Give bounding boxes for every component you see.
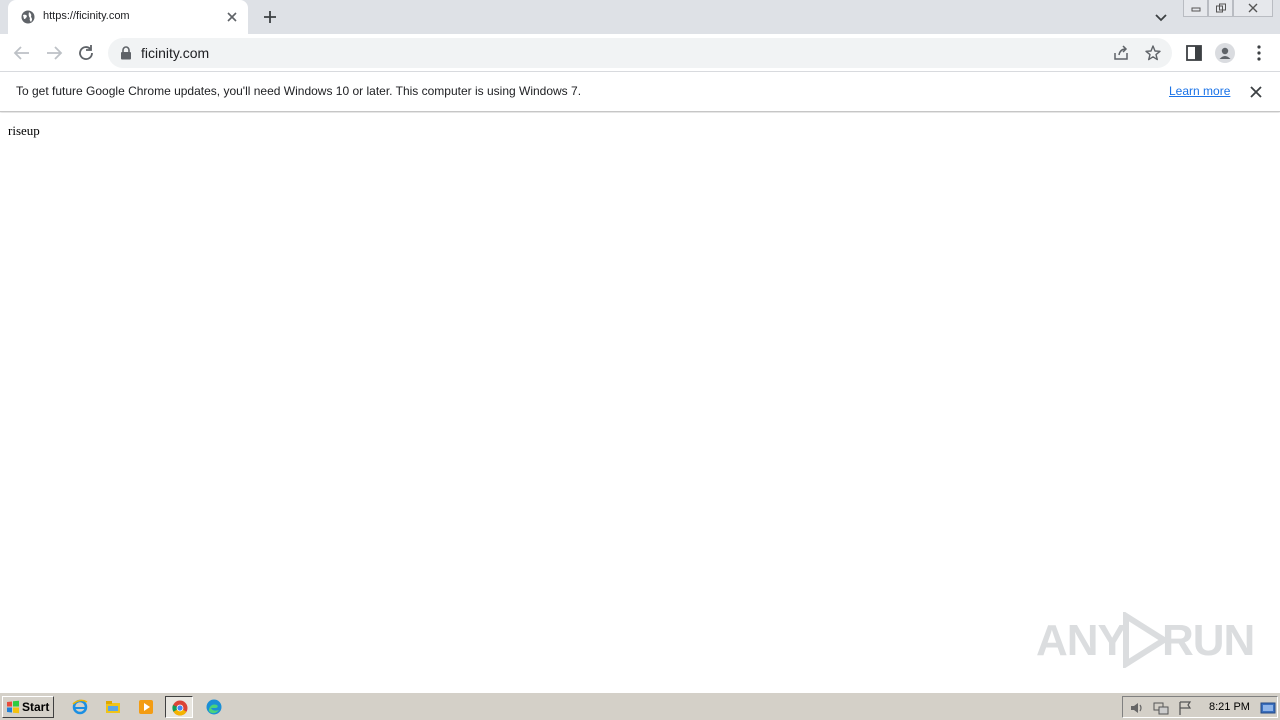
share-icon[interactable]: [1112, 44, 1130, 62]
bookmark-star-icon[interactable]: [1144, 44, 1162, 62]
system-tray: 8:21 PM: [1122, 696, 1278, 718]
reload-icon[interactable]: [74, 41, 98, 65]
back-icon[interactable]: [10, 41, 34, 65]
new-tab-icon[interactable]: [260, 7, 280, 27]
taskbar-chrome[interactable]: [165, 696, 193, 718]
infobar-message: To get future Google Chrome updates, you…: [16, 84, 582, 98]
infobar-close-icon[interactable]: [1248, 84, 1264, 100]
page-text: riseup: [8, 123, 40, 138]
chevron-down-icon[interactable]: [1152, 8, 1170, 26]
volume-icon[interactable]: [1129, 700, 1145, 716]
page-content: riseup: [0, 113, 1280, 692]
taskbar-media-player[interactable]: [132, 696, 160, 718]
url-text[interactable]: ficinity.com: [141, 45, 209, 61]
browser-toolbar: ficinity.com: [0, 34, 1280, 72]
network-icon[interactable]: [1153, 700, 1169, 716]
close-icon: [1248, 3, 1258, 13]
ie-icon: [72, 699, 88, 715]
windows-logo-icon: [7, 700, 19, 714]
close-window-button[interactable]: [1233, 0, 1273, 17]
watermark-right-text: RUN: [1162, 616, 1255, 665]
taskbar-explorer[interactable]: [99, 696, 127, 718]
learn-more-link[interactable]: Learn more: [1169, 84, 1230, 98]
forward-icon[interactable]: [42, 41, 66, 65]
browser-tab[interactable]: https://ficinity.com: [8, 0, 248, 34]
restore-icon: [1215, 3, 1226, 13]
anyrun-watermark: ANY RUN: [1036, 608, 1255, 672]
lock-icon[interactable]: [120, 46, 132, 60]
tab-strip: https://ficinity.com: [0, 0, 1280, 34]
taskbar-clock[interactable]: 8:21 PM: [1209, 701, 1250, 713]
minimize-icon: [1191, 7, 1200, 12]
update-infobar: To get future Google Chrome updates, you…: [0, 72, 1280, 112]
restore-button[interactable]: [1208, 0, 1233, 17]
action-center-flag-icon[interactable]: [1177, 700, 1193, 716]
show-desktop-icon[interactable]: [1260, 700, 1276, 716]
chrome-icon: [172, 700, 188, 716]
tab-close-icon[interactable]: [224, 9, 240, 25]
minimize-button[interactable]: [1183, 0, 1208, 17]
taskbar-ie[interactable]: [66, 696, 94, 718]
menu-dots-icon[interactable]: [1249, 43, 1269, 63]
globe-icon: [21, 10, 35, 24]
address-bar[interactable]: ficinity.com: [108, 38, 1172, 68]
start-label: Start: [22, 700, 50, 714]
tab-title: https://ficinity.com: [43, 10, 130, 22]
media-player-icon: [139, 700, 153, 714]
window-controls: [1183, 0, 1275, 17]
profile-avatar-icon[interactable]: [1215, 43, 1235, 63]
edge-icon: [206, 699, 222, 715]
watermark-left-text: ANY: [1036, 616, 1127, 665]
explorer-icon: [106, 701, 120, 713]
side-panel-icon[interactable]: [1184, 43, 1204, 63]
start-button[interactable]: Start: [2, 696, 54, 718]
taskbar-edge[interactable]: [200, 696, 228, 718]
windows-taskbar: Start 8:21 PM: [0, 692, 1280, 720]
